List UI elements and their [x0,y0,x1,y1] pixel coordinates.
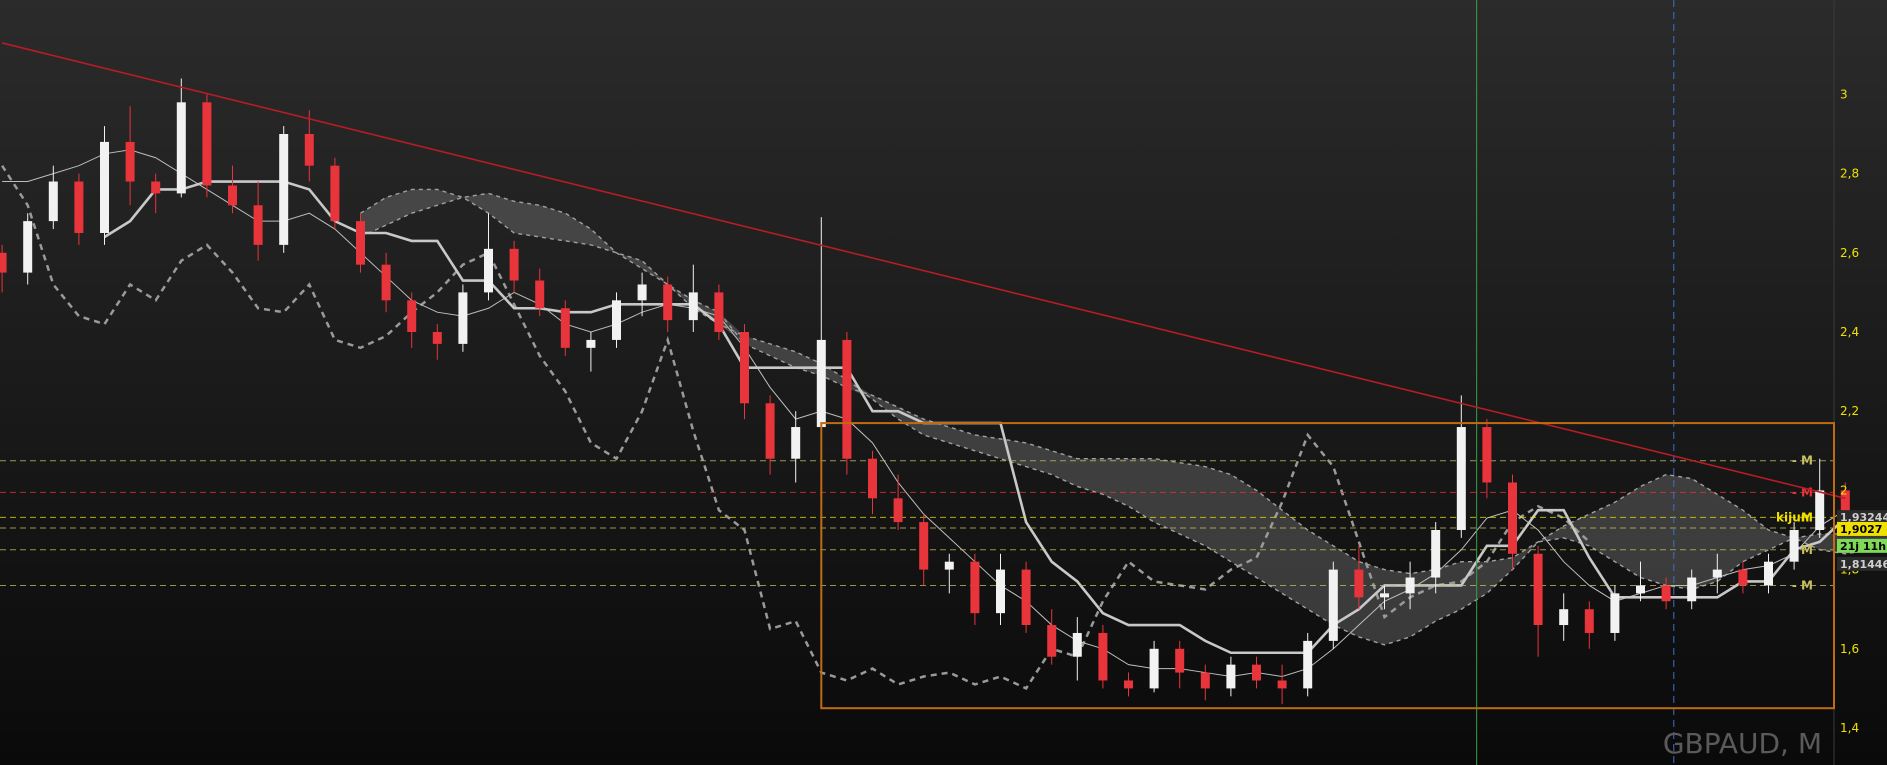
candle-up [586,339,596,348]
candle-down [1354,569,1364,598]
candle-down [509,248,519,281]
candle-up [484,248,493,293]
candle-up [612,300,621,340]
price-axis: 32,82,62,42,221,81,61,4 [1840,87,1859,735]
candle-up [1687,577,1697,602]
candle-up [1610,593,1620,633]
candle-down [151,181,161,194]
candle-down [1124,680,1133,689]
price-label: 21j 11h [1840,540,1886,553]
candle-up [1226,664,1236,689]
symbol-watermark: GBPAUD, M [1663,727,1822,760]
price-label: 1,81446 [1840,558,1887,571]
candle-down [1661,585,1671,602]
y-tick-label: 2,6 [1840,246,1859,260]
candle-up [1815,490,1825,530]
candle-down [253,205,263,245]
candle-down [765,403,775,459]
candle-down [1200,672,1210,689]
candle-down [842,339,852,459]
candle-up [1405,577,1415,594]
candle-up [1636,585,1645,594]
candle-up [1149,648,1159,689]
candle-up [1380,593,1389,598]
y-tick-label: 2 [1840,483,1848,497]
candle-down [407,300,417,332]
candle-down [356,221,365,265]
candle-up [1303,640,1313,689]
horizontal-levels: - M- MM- M- Mkijun [0,454,1834,592]
candle-down [663,284,673,321]
candle-up [637,284,647,301]
candle-up [944,561,954,570]
candle-up [688,292,698,321]
y-tick-label: 1,4 [1840,721,1859,735]
candle-down [919,522,929,570]
chart-window: - M- MM- M- Mkijun 32,82,62,42,221,81,61… [0,0,1887,765]
y-tick-label: 1,6 [1840,642,1859,656]
candle-down [1021,569,1031,626]
candle-up [279,134,289,245]
candle-down [893,498,903,523]
candle-down [330,165,340,222]
candle-up [1559,609,1569,626]
candle-down [0,252,7,273]
candle-up [1456,427,1466,530]
candle-down [228,185,237,206]
candle-up [1789,530,1799,562]
candle-down [740,332,749,404]
candles [0,78,1850,705]
y-tick-label: 2,2 [1840,404,1859,418]
candle-down [970,561,980,614]
tenkan-sen-line [2,149,1846,678]
candle-down [432,332,442,344]
level-label: - M [1792,578,1813,592]
ichimoku-cloud [360,189,1887,645]
candle-up [1328,569,1338,641]
candle-down [1482,427,1492,483]
candle-up [48,181,58,222]
candle-down [1175,648,1185,673]
candle-down [1047,625,1057,657]
candle-down [535,280,545,309]
candle-down [1533,553,1543,626]
level-label: - M [1792,454,1813,468]
candle-down [1252,664,1261,681]
kijun-level-label: kijun [1776,510,1809,524]
candle-up [1764,561,1773,586]
candle-down [74,181,84,233]
y-tick-label: 2,8 [1840,167,1859,181]
candle-up [176,102,186,194]
candle-down [1508,482,1517,554]
candle-up [23,221,33,273]
candle-down [202,102,212,186]
drawing-objects [1,0,1846,765]
candle-up [816,339,826,428]
price-labels: 1,932441,902721j 11h1,81446 [1837,510,1887,571]
candle-down [868,458,877,499]
price-label: 1,9027 [1840,523,1882,536]
candle-down [1277,680,1287,689]
candle-down [125,141,135,182]
candle-up [791,427,801,459]
candle-down [1738,569,1748,586]
price-chart[interactable]: - M- MM- M- Mkijun 32,82,62,42,221,81,61… [0,0,1887,765]
candle-up [458,292,468,344]
y-tick-label: 2,4 [1840,325,1859,339]
candle-down [1584,609,1594,633]
candle-up [100,141,109,233]
candle-down [560,308,570,348]
y-tick-label: 3 [1840,87,1848,101]
candle-down [381,264,391,301]
candle-up [996,569,1005,614]
candle-down [304,134,314,166]
cloud-fill [360,189,1887,645]
candle-up [1072,632,1082,657]
candle-up [1712,569,1722,578]
candle-down [1098,632,1108,681]
candle-up [1431,530,1441,578]
candle-down [714,292,724,332]
